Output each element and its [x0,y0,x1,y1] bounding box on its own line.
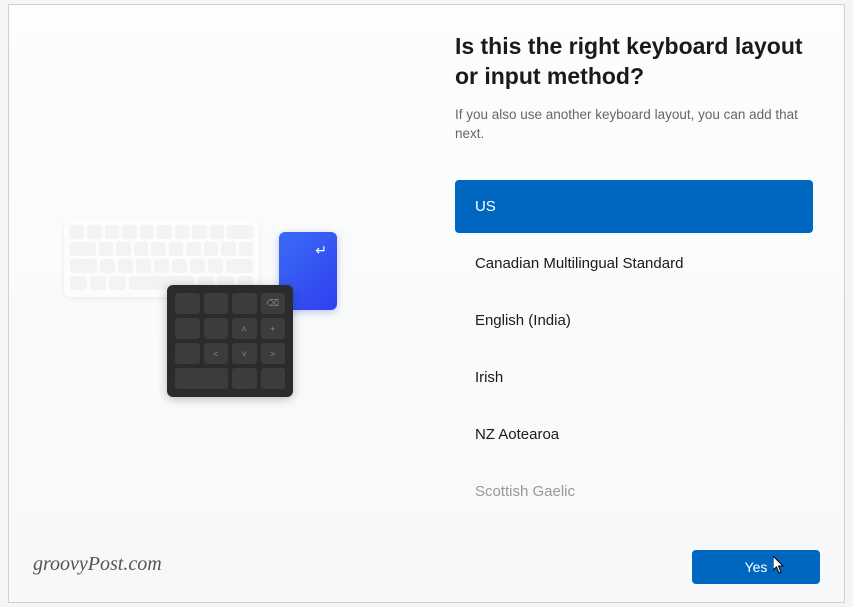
layout-label: Scottish Gaelic [475,483,575,500]
layout-label: Irish [475,369,503,386]
illustration-pane: ↵ ⌫ ˄+ ˂˅˃ [9,5,455,602]
layout-label: US [475,198,496,215]
backspace-icon: ⌫ [261,293,286,314]
page-subtitle: If you also use another keyboard layout,… [455,106,844,144]
layout-item-scottish-gaelic[interactable]: Scottish Gaelic [455,465,813,518]
layout-label: NZ Aotearoa [475,426,559,443]
watermark: groovyPost.com [33,553,162,576]
enter-key-icon: ↵ [315,242,327,259]
layout-label: Canadian Multilingual Standard [475,255,683,272]
layout-item-nz-aotearoa[interactable]: NZ Aotearoa [455,408,813,461]
layout-item-us[interactable]: US [455,180,813,233]
page-title: Is this the right keyboard layout or inp… [455,32,844,92]
action-bar: Yes [692,550,820,584]
layout-item-irish[interactable]: Irish [455,351,813,404]
yes-button[interactable]: Yes [692,550,820,584]
numpad-dark-graphic: ⌫ ˄+ ˂˅˃ [167,285,293,397]
keyboard-layout-list[interactable]: US Canadian Multilingual Standard Englis… [455,180,813,535]
content-pane: Is this the right keyboard layout or inp… [455,5,844,602]
keyboard-illustration: ↵ ⌫ ˄+ ˂˅˃ [64,201,344,411]
setup-window: ↵ ⌫ ˄+ ˂˅˃ Is this the right keyboard la… [8,4,845,603]
layout-item-english-india[interactable]: English (India) [455,294,813,347]
layout-label: English (India) [475,312,571,329]
layout-item-canadian-multilingual[interactable]: Canadian Multilingual Standard [455,237,813,290]
